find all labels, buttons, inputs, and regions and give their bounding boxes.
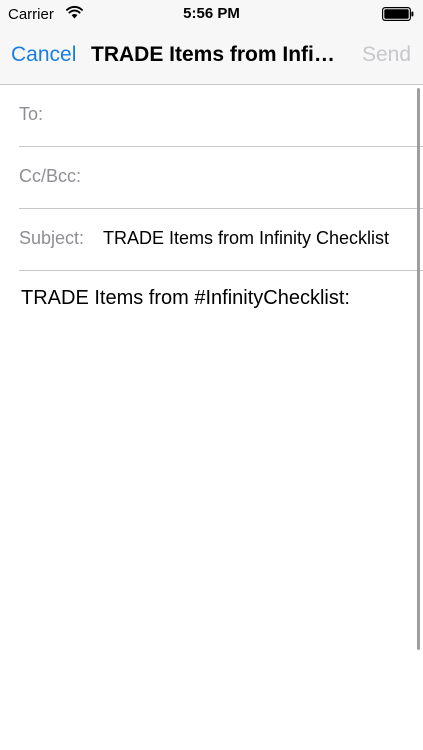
message-body-text[interactable]: TRADE Items from #InfinityChecklist: [21, 287, 350, 310]
to-label: To: [19, 104, 44, 124]
cc-bcc-label: Cc/Bcc: [19, 166, 82, 186]
to-field-row[interactable]: To: [19, 85, 423, 147]
subject-field-row[interactable]: Subject: TRADE Items from Infinity Check… [19, 209, 423, 271]
cc-bcc-input[interactable] [95, 161, 413, 193]
cc-bcc-field-row[interactable]: Cc/Bcc: [19, 147, 423, 209]
status-time: 5:56 PM [183, 5, 240, 22]
subject-label: Subject: [19, 228, 85, 248]
nav-title: TRADE Items from Infinity Checklist [91, 43, 344, 66]
navigation-bar: Cancel TRADE Items from Infinity Checkli… [0, 28, 423, 85]
message-body[interactable]: TRADE Items from #InfinityChecklist: [19, 271, 415, 741]
send-button[interactable]: Send [362, 43, 411, 67]
to-input[interactable] [53, 99, 413, 131]
status-bar: Carrier 5:56 PM [0, 0, 423, 28]
subject-input[interactable]: TRADE Items from Infinity Checklist [103, 228, 399, 249]
cancel-button[interactable]: Cancel [11, 43, 76, 67]
mail-compose-screen: Carrier 5:56 PM Cancel TRADE Items from … [0, 0, 423, 750]
scroll-indicator[interactable] [417, 88, 420, 650]
battery-full-icon [382, 7, 414, 21]
